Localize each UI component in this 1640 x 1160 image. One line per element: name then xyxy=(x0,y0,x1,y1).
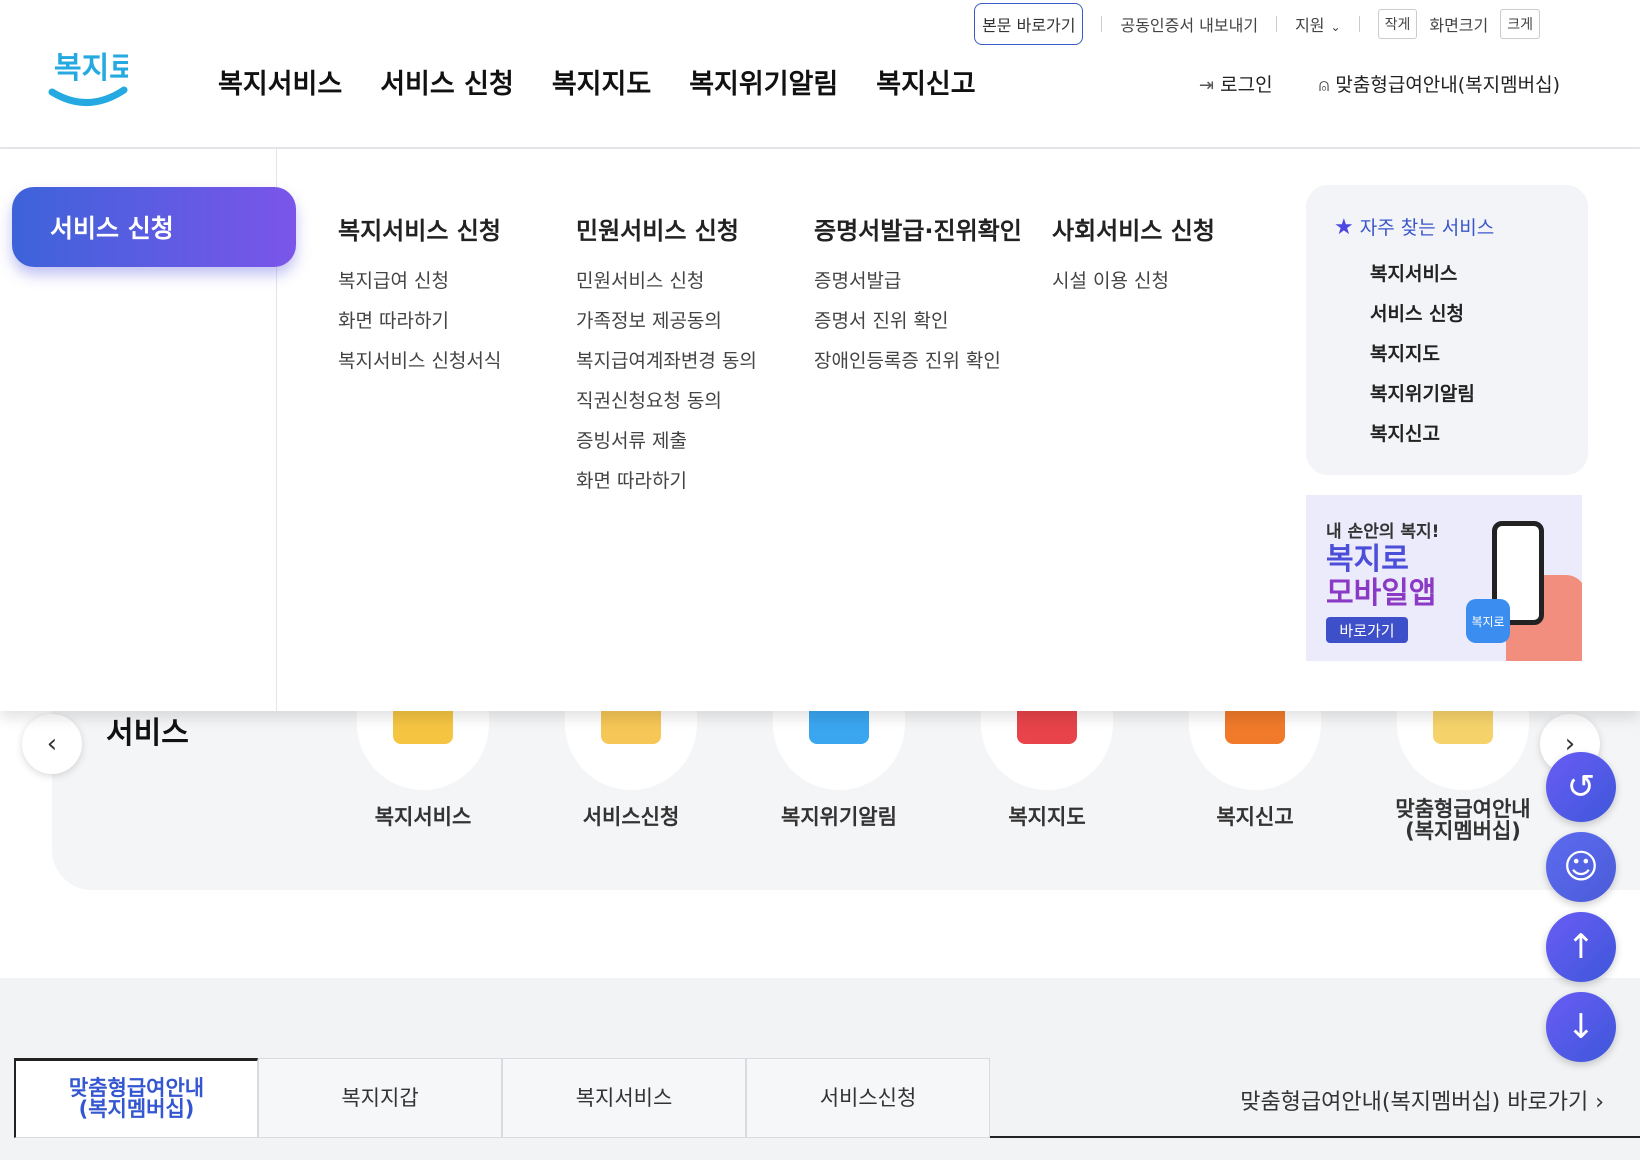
chevron-down-icon: ⌄ xyxy=(1330,20,1341,34)
menu-item[interactable]: 화면 따라하기 xyxy=(576,466,757,506)
mega-column-social-service: 사회서비스 신청 시설 이용 신청 xyxy=(1052,211,1215,306)
membership-shortcut-link[interactable]: 맞춤형급여안내(복지멤버십) 바로가기 › xyxy=(1240,1084,1604,1116)
favorite-item[interactable]: 복지서비스 xyxy=(1370,259,1475,299)
login-link[interactable]: ⇥ 로그인 xyxy=(1199,70,1273,97)
gnb-service-apply[interactable]: 서비스 신청 xyxy=(380,62,514,101)
mega-menu: 서비스 신청 복지서비스 신청 복지급여 신청 화면 따라하기 복지서비스 신청… xyxy=(0,149,1640,711)
history-icon: ↺ xyxy=(1566,767,1596,807)
tab-service-apply[interactable]: 서비스신청 xyxy=(746,1058,990,1138)
app-icon: 복지로 xyxy=(1466,599,1510,643)
menu-item[interactable]: 가족정보 제공동의 xyxy=(576,306,757,346)
header-actions: ⇥ 로그인 ⍝ 맞춤형급여안내(복지멤버십) xyxy=(1199,70,1560,97)
arrow-down-icon: ↓ xyxy=(1566,1007,1596,1047)
scroll-bottom-button[interactable]: ↓ xyxy=(1546,992,1616,1062)
column-title[interactable]: 사회서비스 신청 xyxy=(1052,211,1215,246)
chevron-left-icon: ‹ xyxy=(46,729,58,759)
favorite-item[interactable]: 복지신고 xyxy=(1370,419,1475,459)
font-size-label: 화면크기 xyxy=(1429,16,1489,35)
utility-bar: 본문 바로가기 공동인증서 내보내기 지원 ⌄ 작게 화면크기 크게 xyxy=(974,3,1540,45)
menu-item[interactable]: 증명서발급 xyxy=(814,266,1022,306)
service-item-membership[interactable]: 맞춤형급여안내 (복지멤버십) xyxy=(1368,690,1558,842)
favorite-item[interactable]: 복지지도 xyxy=(1370,339,1475,379)
font-large-button[interactable]: 크게 xyxy=(1500,9,1540,39)
menu-item[interactable]: 복지서비스 신청서식 xyxy=(338,346,501,386)
chatbot-icon: ☺ xyxy=(1563,847,1599,887)
column-title[interactable]: 복지서비스 신청 xyxy=(338,211,501,246)
favorite-item[interactable]: 복지위기알림 xyxy=(1370,379,1475,419)
membership-link[interactable]: ⍝ 맞춤형급여안내(복지멤버십) xyxy=(1319,70,1560,97)
menu-item[interactable]: 민원서비스 신청 xyxy=(576,266,757,306)
user-add-icon: ⍝ xyxy=(1318,75,1330,96)
skip-to-content-link[interactable]: 본문 바로가기 xyxy=(974,3,1084,45)
tab-welfare-service[interactable]: 복지서비스 xyxy=(502,1058,746,1138)
gnb-welfare-map[interactable]: 복지지도 xyxy=(552,62,651,101)
column-title[interactable]: 증명서발급·진위확인 xyxy=(814,211,1022,246)
tab-underline xyxy=(990,1136,1640,1138)
menu-item[interactable]: 시설 이용 신청 xyxy=(1052,266,1215,306)
mega-column-certificate: 증명서발급·진위확인 증명서발급 증명서 진위 확인 장애인등록증 진위 확인 xyxy=(814,211,1022,386)
gnb-welfare-report[interactable]: 복지신고 xyxy=(876,62,975,101)
tab-wallet[interactable]: 복지지갑 xyxy=(258,1058,502,1138)
mega-column-welfare-apply: 복지서비스 신청 복지급여 신청 화면 따라하기 복지서비스 신청서식 xyxy=(338,211,501,386)
mega-active-category[interactable]: 서비스 신청 xyxy=(12,187,296,267)
font-small-button[interactable]: 작게 xyxy=(1377,9,1418,39)
gnb-crisis-alert[interactable]: 복지위기알림 xyxy=(689,62,838,101)
svg-text:복지로: 복지로 xyxy=(54,51,128,86)
chatbot-button[interactable]: ☺ xyxy=(1546,832,1616,902)
mobile-app-banner[interactable]: 내 손안의 복지! 복지로 모바일앱 바로가기 복지로 xyxy=(1306,495,1582,661)
menu-item[interactable]: 증빙서류 제출 xyxy=(576,426,757,466)
global-nav: 복지서비스 서비스 신청 복지지도 복지위기알림 복지신고 xyxy=(218,62,976,101)
favorite-item[interactable]: 서비스 신청 xyxy=(1370,299,1475,339)
logo-icon: 복지로 xyxy=(48,51,137,106)
arrow-up-icon: ↑ xyxy=(1566,927,1596,967)
tab-membership[interactable]: 맞춤형급여안내 (복지멤버십) xyxy=(14,1058,258,1138)
prev-arrow-button[interactable]: ‹ xyxy=(22,714,82,774)
column-title[interactable]: 민원서비스 신청 xyxy=(576,211,757,246)
menu-item[interactable]: 복지급여계좌변경 동의 xyxy=(576,346,757,386)
menu-item[interactable]: 복지급여 신청 xyxy=(338,266,501,306)
menu-item[interactable]: 장애인등록증 진위 확인 xyxy=(814,346,1022,386)
menu-item[interactable]: 직권신청요청 동의 xyxy=(576,386,757,426)
login-icon: ⇥ xyxy=(1199,75,1215,96)
mega-column-civil-apply: 민원서비스 신청 민원서비스 신청 가족정보 제공동의 복지급여계좌변경 동의 … xyxy=(576,211,757,506)
support-dropdown[interactable]: 지원 ⌄ xyxy=(1295,12,1341,36)
banner-go-button[interactable]: 바로가기 xyxy=(1326,617,1408,643)
menu-item[interactable]: 화면 따라하기 xyxy=(338,306,501,346)
bottom-tabs: 맞춤형급여안내 (복지멤버십) 복지지갑 복지서비스 서비스신청 xyxy=(14,1058,990,1138)
service-section-title: 서비스 xyxy=(106,716,189,751)
site-logo[interactable]: 복지로 xyxy=(48,40,137,116)
gnb-welfare-service[interactable]: 복지서비스 xyxy=(218,62,342,101)
scroll-top-button[interactable]: ↑ xyxy=(1546,912,1616,982)
recent-history-button[interactable]: ↺ xyxy=(1546,752,1616,822)
menu-item[interactable]: 증명서 진위 확인 xyxy=(814,306,1022,346)
favorite-services-box: ★ 자주 찾는 서비스 복지서비스 서비스 신청 복지지도 복지위기알림 복지신고 xyxy=(1306,185,1588,475)
star-icon: ★ xyxy=(1334,215,1354,240)
cert-export-link[interactable]: 공동인증서 내보내기 xyxy=(1120,12,1258,36)
